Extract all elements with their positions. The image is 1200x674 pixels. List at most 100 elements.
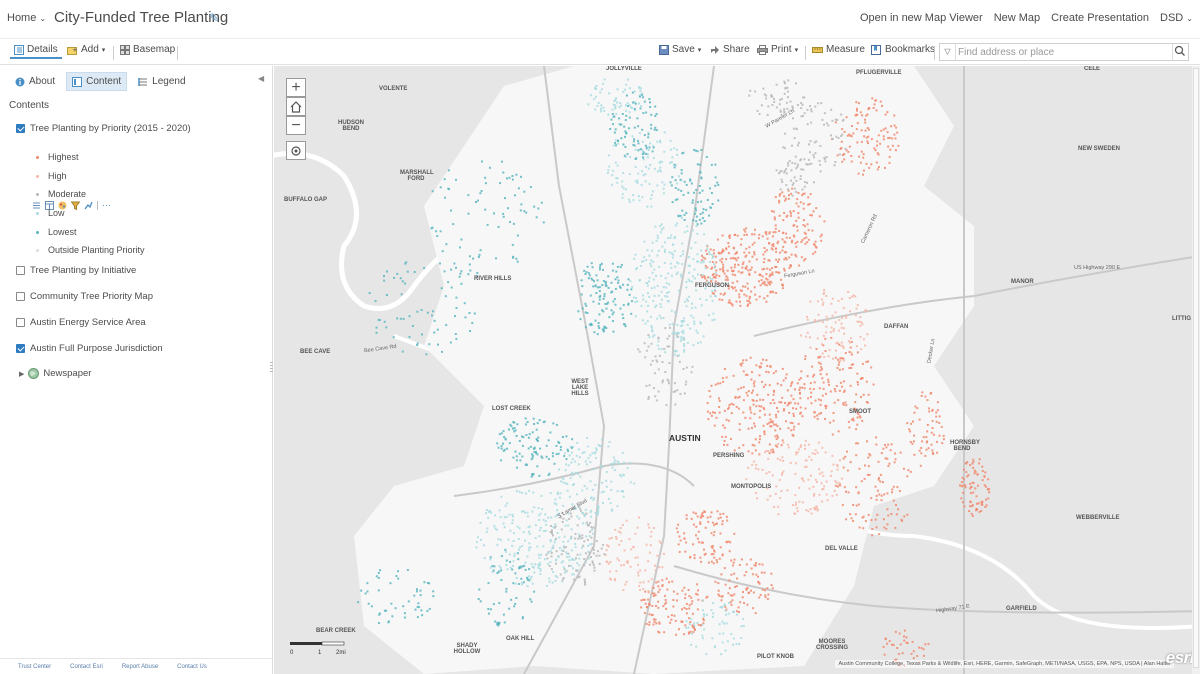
tree-point[interactable] <box>587 550 590 553</box>
tree-point[interactable] <box>742 285 745 288</box>
tree-point[interactable] <box>416 616 419 619</box>
tree-point[interactable] <box>383 275 385 277</box>
tree-point[interactable] <box>810 402 813 405</box>
tree-point[interactable] <box>792 224 795 227</box>
tree-point[interactable] <box>585 271 588 274</box>
tree-point[interactable] <box>622 589 625 591</box>
tree-point[interactable] <box>725 613 728 616</box>
tree-point[interactable] <box>653 620 656 623</box>
tree-point[interactable] <box>650 194 653 197</box>
tree-point[interactable] <box>733 532 736 535</box>
tree-point[interactable] <box>848 351 851 353</box>
tree-point[interactable] <box>971 504 974 507</box>
tree-point[interactable] <box>574 532 577 535</box>
tree-point[interactable] <box>665 577 668 580</box>
tree-point[interactable] <box>709 276 711 279</box>
tree-point[interactable] <box>724 609 727 612</box>
tree-point[interactable] <box>565 569 568 572</box>
tree-point[interactable] <box>883 526 886 529</box>
tree-point[interactable] <box>715 416 718 419</box>
tree-point[interactable] <box>597 444 600 447</box>
tree-point[interactable] <box>848 367 851 369</box>
tree-point[interactable] <box>686 323 689 326</box>
tree-point[interactable] <box>793 176 796 179</box>
tree-point[interactable] <box>647 153 649 156</box>
tree-point[interactable] <box>598 290 601 292</box>
tree-point[interactable] <box>703 511 706 513</box>
tree-point[interactable] <box>618 559 621 562</box>
tree-point[interactable] <box>570 549 573 552</box>
esri-logo[interactable]: esri <box>1166 648 1195 668</box>
tree-point[interactable] <box>547 516 550 519</box>
tree-point[interactable] <box>614 128 617 131</box>
tree-point[interactable] <box>603 110 606 112</box>
tree-point[interactable] <box>657 368 660 371</box>
tree-point[interactable] <box>539 561 541 564</box>
tree-point[interactable] <box>656 554 659 557</box>
tree-point[interactable] <box>766 114 769 116</box>
tree-point[interactable] <box>678 628 680 631</box>
tree-point[interactable] <box>643 612 646 615</box>
tree-point[interactable] <box>671 156 674 159</box>
tree-point[interactable] <box>814 399 817 402</box>
tree-point[interactable] <box>860 140 863 143</box>
tree-point[interactable] <box>912 657 915 660</box>
tree-point[interactable] <box>896 647 899 649</box>
tree-point[interactable] <box>717 251 720 254</box>
tree-point[interactable] <box>644 569 647 572</box>
tree-point[interactable] <box>670 234 673 237</box>
tree-point[interactable] <box>800 107 803 110</box>
tree-point[interactable] <box>553 541 556 544</box>
tree-point[interactable] <box>697 273 700 276</box>
tree-point[interactable] <box>921 440 924 443</box>
tree-point[interactable] <box>723 443 725 446</box>
tree-point[interactable] <box>661 579 664 582</box>
tree-point[interactable] <box>615 112 618 115</box>
tree-point[interactable] <box>505 590 508 593</box>
tree-point[interactable] <box>732 643 735 646</box>
tree-point[interactable] <box>489 166 491 169</box>
basemap-button[interactable]: Basemap <box>120 44 175 55</box>
tree-point[interactable] <box>848 297 851 299</box>
tree-point[interactable] <box>694 149 697 152</box>
tree-point[interactable] <box>772 372 775 375</box>
tree-point[interactable] <box>776 407 778 409</box>
tree-point[interactable] <box>850 351 853 354</box>
tree-point[interactable] <box>596 333 599 336</box>
tree-point[interactable] <box>766 364 769 367</box>
tree-point[interactable] <box>647 598 650 601</box>
tree-point[interactable] <box>768 471 771 473</box>
tree-point[interactable] <box>538 474 541 477</box>
tree-point[interactable] <box>556 509 559 512</box>
tree-point[interactable] <box>572 567 575 570</box>
tree-point[interactable] <box>602 106 605 109</box>
scrollbar-thumb[interactable] <box>1193 68 1199 668</box>
tree-point[interactable] <box>408 336 411 338</box>
tree-point[interactable] <box>715 274 718 277</box>
tree-point[interactable] <box>634 253 637 256</box>
tree-point[interactable] <box>764 596 767 599</box>
tree-point[interactable] <box>695 289 698 292</box>
tree-point[interactable] <box>731 594 734 597</box>
tree-point[interactable] <box>560 480 563 483</box>
tree-point[interactable] <box>808 487 811 490</box>
tree-point[interactable] <box>742 617 745 620</box>
tree-point[interactable] <box>659 141 662 144</box>
tree-point[interactable] <box>765 472 768 475</box>
tree-point[interactable] <box>721 267 724 270</box>
tree-point[interactable] <box>515 455 518 458</box>
tree-point[interactable] <box>825 122 828 125</box>
tree-point[interactable] <box>583 578 586 581</box>
tree-point[interactable] <box>841 317 844 319</box>
tree-point[interactable] <box>811 229 814 232</box>
tree-point[interactable] <box>833 328 835 331</box>
tree-point[interactable] <box>634 166 637 168</box>
tree-point[interactable] <box>906 422 909 425</box>
tree-point[interactable] <box>857 492 860 495</box>
tree-point[interactable] <box>654 114 657 117</box>
tree-point[interactable] <box>932 433 935 436</box>
tree-point[interactable] <box>852 132 855 135</box>
tree-point[interactable] <box>779 251 782 254</box>
tree-point[interactable] <box>513 555 516 558</box>
tree-point[interactable] <box>693 322 696 325</box>
